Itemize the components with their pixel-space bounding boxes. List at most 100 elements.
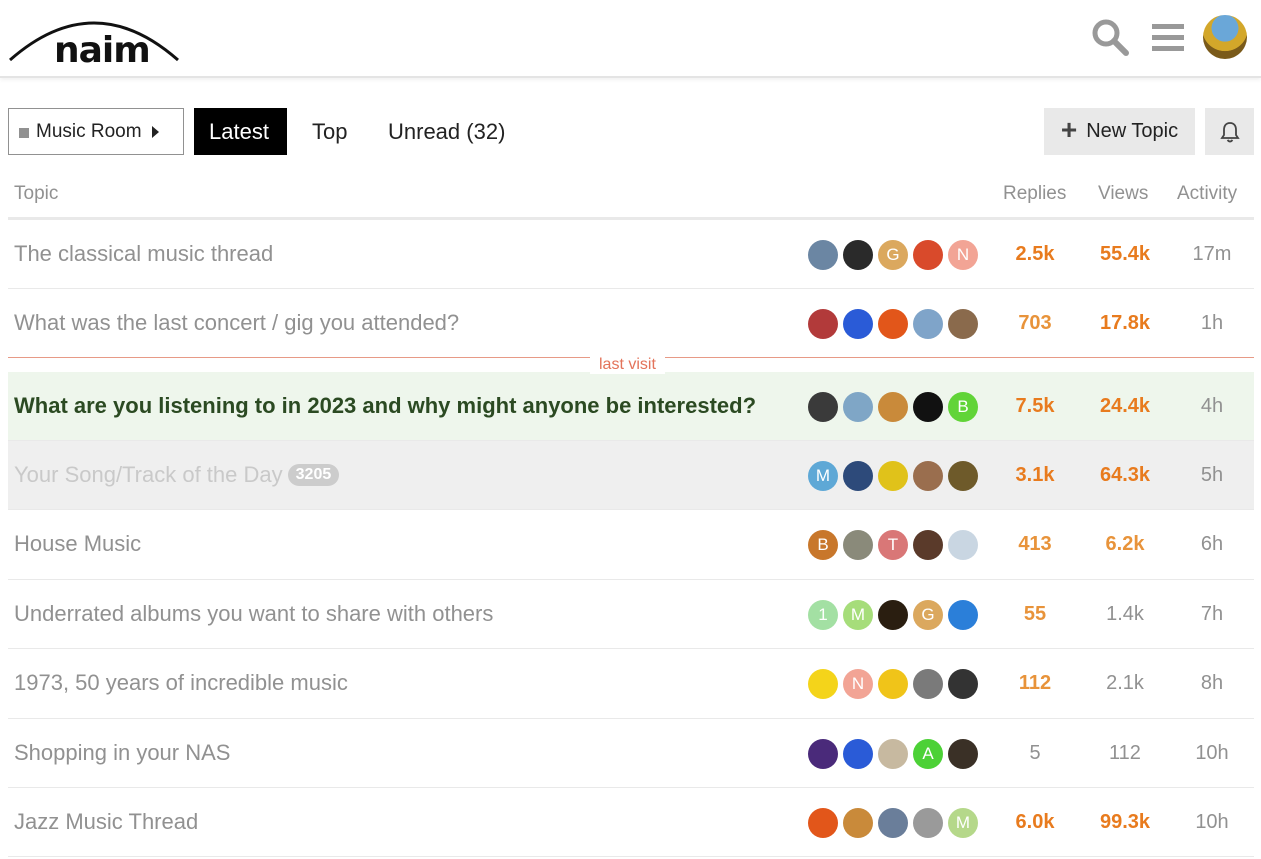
hamburger-menu-icon[interactable] [1149, 18, 1187, 56]
topic-title-link[interactable]: House Music [14, 531, 141, 557]
activity-time[interactable]: 8h [1172, 672, 1252, 695]
poster-avatar[interactable] [808, 807, 838, 838]
topic-title-link[interactable]: 1973, 50 years of incredible music [14, 670, 348, 696]
topic-row[interactable]: Underrated albums you want to share with… [8, 580, 1254, 649]
notifications-bell-button[interactable] [1205, 108, 1254, 155]
column-header-views[interactable]: Views [1098, 183, 1148, 205]
poster-avatar[interactable]: N [843, 669, 873, 699]
views-count: 99.3k [1099, 810, 1151, 833]
poster-avatar[interactable] [948, 738, 978, 769]
user-avatar[interactable] [1203, 15, 1247, 59]
replies-count: 7.5k [1015, 394, 1055, 417]
poster-avatar[interactable] [913, 807, 943, 838]
last-visit-label: last visit [590, 356, 665, 374]
poster-avatar[interactable]: G [913, 599, 943, 630]
topic-title-text: House Music [14, 531, 142, 556]
topic-title-text: Shopping in your NAS [14, 739, 231, 765]
unread-count-badge[interactable]: 3205 [287, 463, 340, 486]
column-header-replies[interactable]: Replies [1003, 183, 1066, 205]
poster-avatar[interactable] [843, 239, 873, 270]
topic-title-link[interactable]: The classical music thread [14, 241, 273, 267]
poster-avatar[interactable] [913, 239, 943, 270]
new-topic-button[interactable]: + New Topic [1044, 108, 1195, 155]
poster-avatar[interactable] [948, 599, 978, 630]
poster-avatar[interactable] [843, 738, 873, 769]
poster-avatar[interactable] [878, 738, 908, 769]
poster-avatar[interactable] [913, 460, 943, 491]
topic-row[interactable]: What was the last concert / gig you atte… [8, 289, 1254, 358]
poster-avatar[interactable]: M [808, 460, 838, 491]
activity-time[interactable]: 10h [1172, 811, 1252, 834]
poster-avatar[interactable] [948, 308, 978, 339]
activity-time[interactable]: 17m [1172, 243, 1252, 266]
activity-time[interactable]: 10h [1172, 742, 1252, 765]
poster-avatar[interactable] [878, 308, 908, 339]
activity-time[interactable]: 1h [1172, 312, 1252, 335]
poster-avatar[interactable] [878, 391, 908, 422]
poster-avatar[interactable]: M [843, 599, 873, 630]
poster-avatar[interactable] [808, 669, 838, 699]
topic-title-link[interactable]: Your Song/Track of the Day 3205 [14, 462, 340, 488]
poster-avatar[interactable] [878, 599, 908, 630]
poster-avatar[interactable] [913, 530, 943, 560]
poster-avatar[interactable]: G [878, 239, 908, 270]
poster-avatar[interactable]: N [948, 239, 978, 270]
column-header-activity[interactable]: Activity [1177, 183, 1237, 205]
poster-avatar[interactable] [843, 807, 873, 838]
poster-avatar[interactable] [843, 391, 873, 422]
topic-row[interactable]: Shopping in your NAS A 5 112 10h [8, 719, 1254, 788]
tab-unread[interactable]: Unread (32) [373, 108, 520, 155]
poster-avatar[interactable]: A [913, 738, 943, 769]
tab-latest[interactable]: Latest [194, 108, 287, 155]
poster-avatar[interactable] [808, 239, 838, 270]
poster-avatar[interactable]: B [948, 391, 978, 422]
poster-avatar[interactable] [913, 391, 943, 422]
views-count: 6.2k [1105, 533, 1145, 555]
poster-avatar[interactable] [843, 460, 873, 491]
replies-count: 55 [1023, 602, 1047, 625]
logo-text: naim [54, 30, 151, 71]
topic-title-link[interactable]: Underrated albums you want to share with… [14, 601, 493, 627]
topic-row[interactable]: Your Song/Track of the Day 3205 M 3.1k 64.3k… [8, 441, 1254, 510]
activity-time[interactable]: 4h [1172, 395, 1252, 418]
activity-time[interactable]: 7h [1172, 603, 1252, 626]
poster-avatar[interactable] [808, 391, 838, 422]
poster-avatar[interactable] [948, 530, 978, 560]
poster-avatar[interactable] [878, 807, 908, 838]
poster-avatar[interactable] [948, 669, 978, 699]
activity-time[interactable]: 5h [1172, 464, 1252, 487]
topic-title-link[interactable]: What are you listening to in 2023 and wh… [14, 393, 756, 419]
replies-count: 3.1k [1015, 463, 1055, 486]
topic-row[interactable]: What are you listening to in 2023 and wh… [8, 372, 1254, 441]
poster-avatar[interactable] [808, 738, 838, 769]
poster-avatar[interactable]: 1 [808, 599, 838, 630]
poster-avatar[interactable] [878, 669, 908, 699]
topic-title-link[interactable]: What was the last concert / gig you atte… [14, 310, 459, 336]
poster-avatar[interactable] [843, 308, 873, 339]
naim-logo[interactable]: naim [8, 8, 182, 71]
poster-avatar[interactable]: B [808, 530, 838, 560]
topic-row[interactable]: The classical music thread G N 2.5k 55.4k 17m [8, 220, 1254, 289]
tab-top[interactable]: Top [297, 108, 362, 155]
topic-title-text: What was the last concert / gig you atte… [14, 309, 460, 335]
poster-avatar[interactable]: M [948, 807, 978, 838]
poster-avatar[interactable] [808, 308, 838, 339]
poster-avatar[interactable] [913, 669, 943, 699]
topic-title-link[interactable]: Shopping in your NAS [14, 740, 230, 766]
poster-avatar[interactable] [843, 530, 873, 560]
activity-time[interactable]: 6h [1172, 533, 1252, 556]
poster-avatar[interactable] [948, 460, 978, 491]
topic-row[interactable]: 1973, 50 years of incredible music N 112 2.… [8, 649, 1254, 719]
search-icon[interactable] [1091, 18, 1129, 56]
topic-row[interactable]: Jazz Music Thread M 6.0k 99.3k 10h [8, 788, 1254, 857]
poster-avatar[interactable]: T [878, 530, 908, 560]
poster-avatar[interactable] [878, 460, 908, 491]
poster-avatars: GN [808, 239, 983, 270]
topic-row[interactable]: House Music B T 413 6.2k 6h [8, 510, 1254, 580]
poster-avatars: A [808, 738, 983, 769]
topic-title-text: Jazz Music Thread [14, 808, 199, 834]
category-dropdown[interactable]: Music Room [8, 108, 184, 155]
poster-avatar[interactable] [913, 308, 943, 339]
poster-avatars: M [808, 460, 983, 491]
topic-title-link[interactable]: Jazz Music Thread [14, 809, 198, 835]
